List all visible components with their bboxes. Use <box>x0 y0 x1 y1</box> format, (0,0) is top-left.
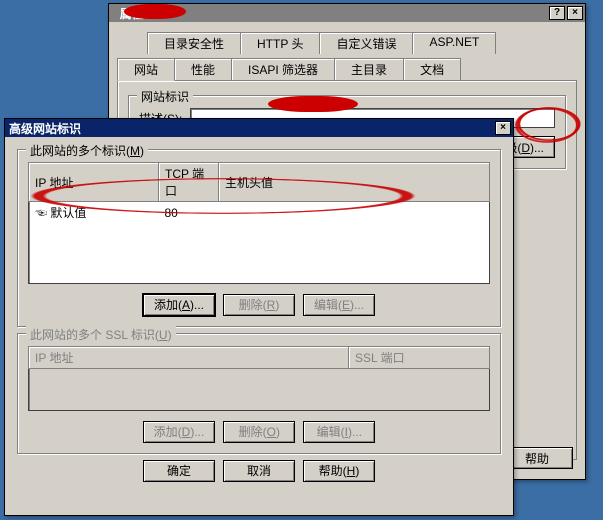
tab-custom-errors[interactable]: 自定义错误 <box>319 32 413 54</box>
table-row[interactable]: ☜ 默认值 80 <box>29 202 490 224</box>
ssl-remove-button: 删除(O) <box>223 421 295 443</box>
add-button[interactable]: 添加(A)... <box>143 294 215 316</box>
ok-button[interactable]: 确定 <box>143 460 215 482</box>
tab-performance[interactable]: 性能 <box>174 58 232 80</box>
tab-directory-security[interactable]: 目录安全性 <box>147 32 241 54</box>
tab-documents[interactable]: 文档 <box>403 58 461 80</box>
advanced-window: 高级网站标识 × 此网站的多个标识(M) IP 地址 TCP 端口 主机头值 ☜… <box>4 118 514 516</box>
tab-home-directory[interactable]: 主目录 <box>334 58 404 80</box>
tab-website[interactable]: 网站 <box>117 58 175 81</box>
col-tcp-port[interactable]: TCP 端口 <box>159 163 219 202</box>
close-button[interactable]: × <box>567 6 583 20</box>
net-icon: ☜ <box>35 206 47 220</box>
cancel-button[interactable]: 取消 <box>223 460 295 482</box>
dialog-help-button[interactable]: 帮助(H) <box>303 460 375 482</box>
advanced-titlebar: 高级网站标识 × <box>5 119 513 137</box>
edit-button[interactable]: 编辑(E)... <box>303 294 375 316</box>
dialog-buttons: 确定 取消 帮助(H) <box>5 460 513 482</box>
identity-list[interactable]: IP 地址 TCP 端口 主机头值 ☜ 默认值 80 <box>28 162 490 284</box>
col-ip[interactable]: IP 地址 <box>29 163 159 202</box>
ssl-identity-legend: 此网站的多个 SSL 标识(U) <box>26 326 176 343</box>
help-button[interactable]: ? <box>549 6 565 20</box>
col-ssl-ip: IP 地址 <box>29 346 349 368</box>
properties-title: 属性 <box>113 5 547 22</box>
website-identity-legend: 网站标识 <box>137 88 193 105</box>
advanced-title: 高级网站标识 <box>9 120 493 137</box>
col-host-header[interactable]: 主机头值 <box>219 163 490 202</box>
multi-identity-legend: 此网站的多个标识(M) <box>26 142 148 159</box>
multi-identity-group: 此网站的多个标识(M) IP 地址 TCP 端口 主机头值 ☜ 默认值 80 添… <box>17 149 501 327</box>
tab-asp-net[interactable]: ASP.NET <box>412 32 496 54</box>
col-ssl-port: SSL 端口 <box>349 346 490 368</box>
identity-buttons: 添加(A)... 删除(R) 编辑(E)... <box>28 294 490 316</box>
ssl-identity-group: 此网站的多个 SSL 标识(U) IP 地址 SSL 端口 添加(D)... 删… <box>17 333 501 454</box>
advanced-close-button[interactable]: × <box>495 121 511 135</box>
ssl-add-button: 添加(D)... <box>143 421 216 443</box>
tab-http-headers[interactable]: HTTP 头 <box>240 32 320 54</box>
tab-isapi-filters[interactable]: ISAPI 筛选器 <box>231 58 335 80</box>
ssl-list: IP 地址 SSL 端口 <box>28 346 490 411</box>
remove-button[interactable]: 删除(R) <box>223 294 295 316</box>
ssl-edit-button: 编辑(I)... <box>303 421 375 443</box>
ssl-buttons: 添加(D)... 删除(O) 编辑(I)... <box>28 421 490 443</box>
properties-titlebar: 属性 ? × <box>109 4 585 22</box>
